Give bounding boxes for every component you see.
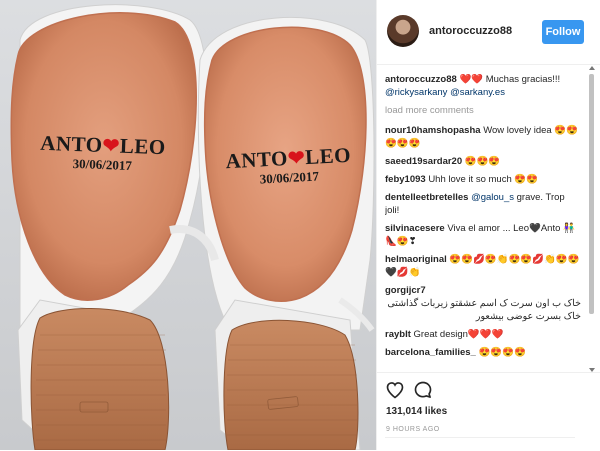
post-photo[interactable]: ANTO❤LEO 30/06/2017 ANTO❤LEO 30/06/2017 — [0, 0, 376, 450]
caption-text: ❤️❤️ Muchas gracias!!! — [459, 74, 561, 85]
comment-text: 😍😍😍😍 — [478, 347, 526, 358]
comment-username[interactable]: saeed19sardar20 — [385, 156, 462, 167]
comments-scrollbar[interactable] — [588, 66, 596, 372]
header-username[interactable]: antoroccuzzo88 — [429, 25, 512, 37]
caption: antoroccuzzo88 ❤️❤️ Muchas gracias!!! @r… — [385, 73, 581, 99]
mention-link[interactable]: @galou_s — [471, 192, 514, 203]
comment-text: 😍😍😍 — [464, 156, 501, 167]
comment-username[interactable]: helmaoriginal — [385, 254, 447, 265]
comment-username[interactable]: feby1093 — [385, 174, 426, 185]
likes-count[interactable]: 131,014 likes — [386, 406, 447, 417]
post-side-panel: antoroccuzzo88 Follow antoroccuzzo88 ❤️❤… — [376, 0, 600, 450]
comment-item: barcelona_families_ 😍😍😍😍 — [385, 346, 581, 359]
engraving-right: ANTO❤LEO 30/06/2017 — [225, 143, 352, 190]
comments-list: antoroccuzzo88 ❤️❤️ Muchas gracias!!! @r… — [385, 73, 581, 373]
scrollbar-thumb[interactable] — [589, 74, 594, 314]
comment-item: raybIt Great design❤️❤️❤️ — [385, 328, 581, 341]
scroll-up-arrow-icon[interactable] — [589, 66, 595, 70]
comment-username[interactable]: nour10hamshopasha — [385, 125, 481, 136]
comment-username[interactable]: dentelleetbretelles — [385, 192, 468, 203]
comment-item: gorgijcr7 خاک ب اون سرت ک اسم عشقتو زیرب… — [385, 284, 581, 323]
heart-outline-icon[interactable] — [385, 380, 405, 400]
mention-link[interactable]: @sarkany.es — [450, 87, 505, 98]
comment-item: dentelleetbretelles @galou_s grave. Trop… — [385, 191, 581, 217]
engraving-name-anto: ANTO — [39, 130, 103, 157]
post-timestamp: 9 HOURS AGO — [386, 426, 440, 433]
post-actions: 131,014 likes 9 HOURS AGO — [377, 372, 600, 451]
engraving-name-leo: LEO — [119, 133, 167, 160]
comment-item: helmaoriginal 😍😍💋😍👏😍😍💋👏😍😍🖤💋👏 — [385, 253, 581, 279]
heart-icon: ❤ — [287, 147, 306, 171]
divider — [385, 437, 575, 438]
shoe-soles-illustration — [0, 0, 376, 450]
comment-item: feby1093 Uhh love it so much 😍😍 — [385, 173, 581, 186]
comment-username[interactable]: barcelona_families_ — [385, 347, 476, 358]
comment-username[interactable]: raybIt — [385, 329, 411, 340]
post-header: antoroccuzzo88 Follow — [377, 0, 600, 65]
caption-username[interactable]: antoroccuzzo88 — [385, 74, 457, 85]
comment-text: Great design❤️❤️❤️ — [413, 329, 504, 340]
comment-item: silvinacesere Viva el amor ... Leo🖤Anto … — [385, 222, 581, 248]
comment-item: saeed19sardar20 😍😍😍 — [385, 155, 581, 168]
speech-bubble-icon[interactable] — [413, 380, 433, 400]
load-more-comments-link[interactable]: load more comments — [385, 104, 581, 117]
comment-text: Uhh love it so much 😍😍 — [428, 174, 539, 185]
comment-username[interactable]: gorgijcr7 — [385, 285, 426, 296]
comment-item: nour10hamshopasha Wow lovely idea 😍😍😍😍😍 — [385, 124, 581, 150]
follow-button[interactable]: Follow — [542, 20, 584, 44]
mention-link[interactable]: @rickysarkany — [385, 87, 447, 98]
engraving-name-anto: ANTO — [225, 146, 289, 174]
avatar[interactable] — [387, 15, 419, 47]
engraving-left: ANTO❤LEO 30/06/2017 — [39, 131, 166, 175]
heart-icon: ❤ — [102, 134, 121, 158]
comment-username[interactable]: silvinacesere — [385, 223, 445, 234]
comment-text-rtl: خاک ب اون سرت ک اسم عشقتو زیربات گذاشتی … — [387, 298, 581, 322]
engraving-name-leo: LEO — [304, 142, 352, 170]
